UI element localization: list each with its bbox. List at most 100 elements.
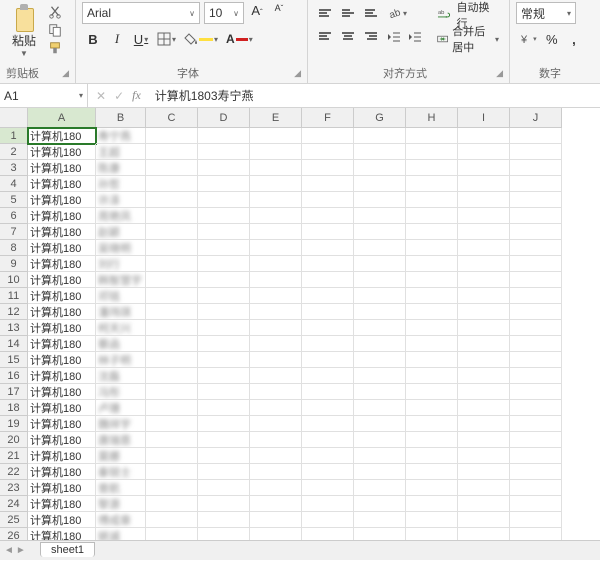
align-top-button[interactable] — [314, 2, 336, 24]
cell[interactable] — [510, 480, 562, 496]
cell[interactable]: 计算机180 — [28, 256, 96, 272]
align-center-button[interactable] — [337, 25, 359, 47]
cell[interactable]: 计算机180 — [28, 416, 96, 432]
font-launcher[interactable]: ◢ — [294, 68, 301, 79]
cell[interactable] — [198, 432, 250, 448]
cell[interactable] — [354, 160, 406, 176]
row-header[interactable]: 21 — [0, 448, 28, 464]
column-header[interactable]: A — [28, 108, 96, 128]
font-name-selector[interactable]: Arial ∨ — [82, 2, 200, 24]
row-header[interactable]: 22 — [0, 464, 28, 480]
cell[interactable] — [354, 176, 406, 192]
cell[interactable] — [354, 336, 406, 352]
cell[interactable] — [354, 384, 406, 400]
cell[interactable] — [198, 272, 250, 288]
cell[interactable] — [302, 512, 354, 528]
cell[interactable] — [406, 432, 458, 448]
cell[interactable] — [302, 464, 354, 480]
cell[interactable] — [302, 480, 354, 496]
confirm-formula-button[interactable]: ✓ — [114, 89, 124, 103]
cell[interactable] — [302, 352, 354, 368]
cell[interactable] — [510, 416, 562, 432]
cell[interactable] — [302, 192, 354, 208]
cell[interactable] — [354, 144, 406, 160]
cell[interactable] — [302, 208, 354, 224]
column-header[interactable]: H — [406, 108, 458, 128]
cell[interactable] — [354, 320, 406, 336]
font-color-button[interactable]: A ▾ — [223, 28, 256, 50]
cell[interactable] — [250, 128, 302, 144]
cell[interactable] — [406, 128, 458, 144]
cell[interactable] — [250, 192, 302, 208]
cell[interactable]: 计算机180 — [28, 432, 96, 448]
cell[interactable] — [406, 448, 458, 464]
cell[interactable]: 计算机180 — [28, 352, 96, 368]
cell[interactable] — [406, 256, 458, 272]
cell[interactable] — [458, 416, 510, 432]
cell[interactable] — [198, 384, 250, 400]
cell[interactable] — [198, 224, 250, 240]
cell[interactable]: 计算机180 — [28, 400, 96, 416]
row-header[interactable]: 14 — [0, 336, 28, 352]
cell[interactable]: 计算机180 — [28, 208, 96, 224]
column-header[interactable]: B — [96, 108, 146, 128]
cell[interactable]: 邓铭 — [96, 288, 146, 304]
cell[interactable] — [406, 192, 458, 208]
italic-button[interactable]: I — [106, 28, 128, 50]
cell[interactable] — [198, 144, 250, 160]
cell[interactable] — [146, 144, 198, 160]
cell[interactable] — [250, 352, 302, 368]
cell[interactable] — [302, 176, 354, 192]
cell[interactable]: 计算机180 — [28, 464, 96, 480]
cell[interactable] — [458, 192, 510, 208]
cell[interactable] — [146, 368, 198, 384]
cell[interactable] — [302, 400, 354, 416]
select-all-corner[interactable] — [0, 108, 28, 128]
row-header[interactable]: 7 — [0, 224, 28, 240]
cell[interactable] — [406, 384, 458, 400]
number-format-selector[interactable]: 常规 ▾ — [516, 2, 576, 24]
cut-button[interactable] — [46, 4, 64, 20]
cell[interactable] — [354, 496, 406, 512]
cell[interactable] — [510, 400, 562, 416]
cell[interactable] — [146, 272, 198, 288]
row-header[interactable]: 18 — [0, 400, 28, 416]
cell[interactable] — [354, 368, 406, 384]
cell[interactable] — [354, 256, 406, 272]
cell[interactable]: 林子明 — [96, 352, 146, 368]
cell[interactable] — [250, 304, 302, 320]
cell[interactable]: 计算机180 — [28, 192, 96, 208]
cell[interactable] — [510, 496, 562, 512]
cell[interactable] — [406, 320, 458, 336]
cell[interactable] — [510, 512, 562, 528]
cell[interactable]: 曾航 — [96, 480, 146, 496]
cell[interactable] — [250, 320, 302, 336]
cell[interactable] — [354, 464, 406, 480]
cell[interactable] — [406, 208, 458, 224]
cell[interactable] — [250, 272, 302, 288]
cell[interactable] — [510, 464, 562, 480]
cell[interactable] — [250, 368, 302, 384]
cell[interactable] — [198, 160, 250, 176]
row-header[interactable]: 4 — [0, 176, 28, 192]
cell[interactable] — [302, 368, 354, 384]
cell[interactable] — [406, 176, 458, 192]
cell[interactable] — [250, 432, 302, 448]
cell[interactable] — [354, 448, 406, 464]
cell[interactable] — [198, 304, 250, 320]
cell[interactable]: 计算机180 — [28, 272, 96, 288]
percent-button[interactable]: % — [542, 28, 562, 50]
cell[interactable] — [302, 496, 354, 512]
cell[interactable] — [146, 384, 198, 400]
cell[interactable] — [354, 192, 406, 208]
cell[interactable] — [250, 208, 302, 224]
comma-button[interactable]: , — [564, 28, 584, 50]
cell[interactable] — [146, 416, 198, 432]
cell[interactable] — [458, 336, 510, 352]
cell[interactable] — [302, 448, 354, 464]
row-header[interactable]: 13 — [0, 320, 28, 336]
cell[interactable] — [406, 496, 458, 512]
decrease-indent-button[interactable] — [384, 26, 404, 48]
cell[interactable] — [510, 272, 562, 288]
cell[interactable]: 沈磊 — [96, 368, 146, 384]
